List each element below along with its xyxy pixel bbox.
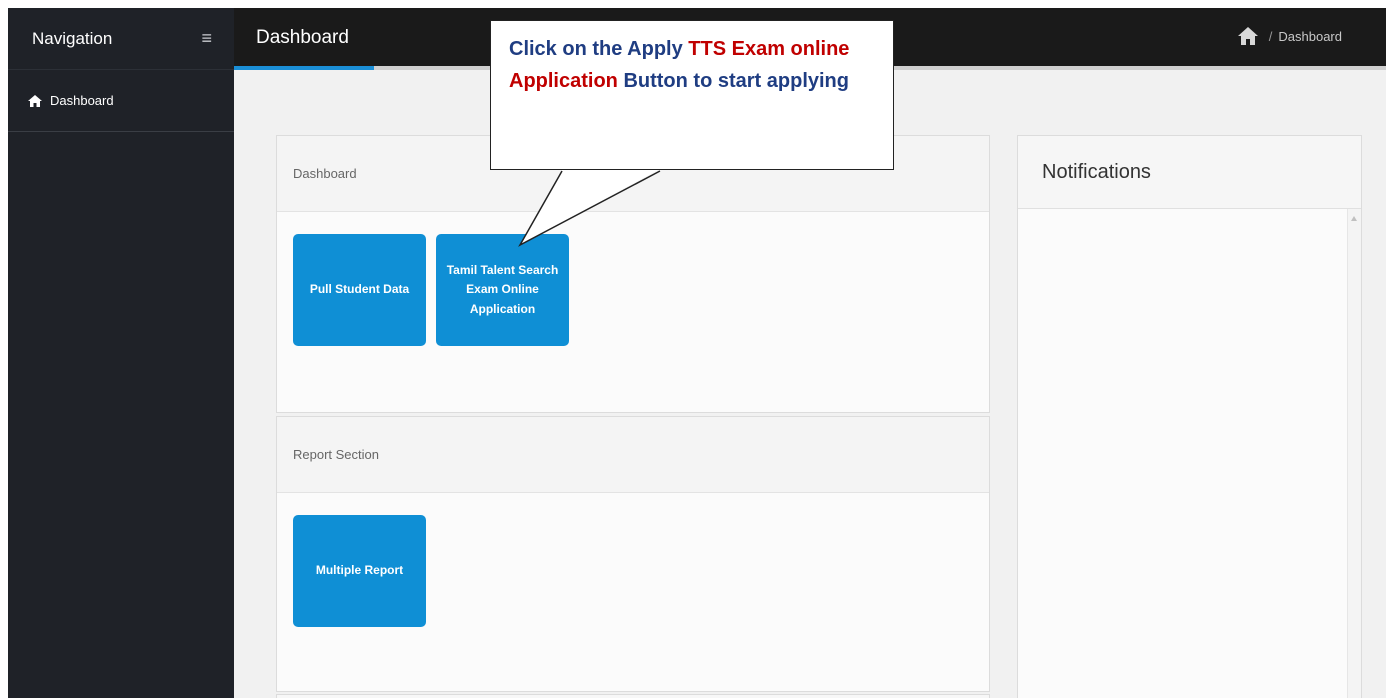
- panel-body: Multiple Report: [277, 493, 989, 691]
- callout-text-end: Button to start applying: [617, 70, 849, 92]
- next-panel-edge: [276, 694, 990, 698]
- panel-body: Pull Student Data Tamil Talent Search Ex…: [277, 212, 989, 412]
- breadcrumb-separator: /: [1268, 28, 1273, 44]
- sidebar-title: Navigation: [32, 28, 113, 48]
- tts-online-application-button[interactable]: Tamil Talent Search Exam Online Applicat…: [436, 234, 569, 346]
- page-title: Dashboard: [256, 27, 349, 48]
- home-icon[interactable]: [1237, 26, 1259, 46]
- tile-label-line1: Tamil Talent Search: [446, 263, 559, 278]
- scroll-up-icon[interactable]: [1351, 216, 1357, 221]
- pull-student-data-button[interactable]: Pull Student Data: [293, 234, 426, 346]
- home-icon: [28, 94, 42, 107]
- callout-text: Click on the Apply: [509, 38, 689, 60]
- notifications-scrollbar[interactable]: [1347, 209, 1361, 698]
- notifications-title: Notifications: [1018, 136, 1361, 209]
- dashboard-panel: Dashboard Pull Student Data Tamil Talent…: [276, 135, 990, 413]
- report-panel: Report Section Multiple Report: [276, 416, 990, 692]
- sidebar-header: Navigation ≡: [8, 8, 234, 70]
- active-tab-indicator: [234, 66, 374, 70]
- tile-label-line2: Exam Online Application: [466, 282, 539, 316]
- notifications-panel: Notifications: [1017, 135, 1362, 698]
- panel-title: Report Section: [277, 417, 989, 493]
- sidebar: Navigation ≡ Dashboard: [8, 8, 234, 698]
- instruction-callout: Click on the Apply TTS Exam online Appli…: [490, 20, 894, 170]
- multiple-report-button[interactable]: Multiple Report: [293, 515, 426, 627]
- sidebar-item-label: Dashboard: [50, 93, 114, 108]
- hamburger-icon[interactable]: ≡: [201, 28, 212, 49]
- breadcrumb: / Dashboard: [1237, 26, 1342, 46]
- sidebar-item-dashboard[interactable]: Dashboard: [8, 70, 234, 132]
- breadcrumb-current: Dashboard: [1278, 28, 1342, 44]
